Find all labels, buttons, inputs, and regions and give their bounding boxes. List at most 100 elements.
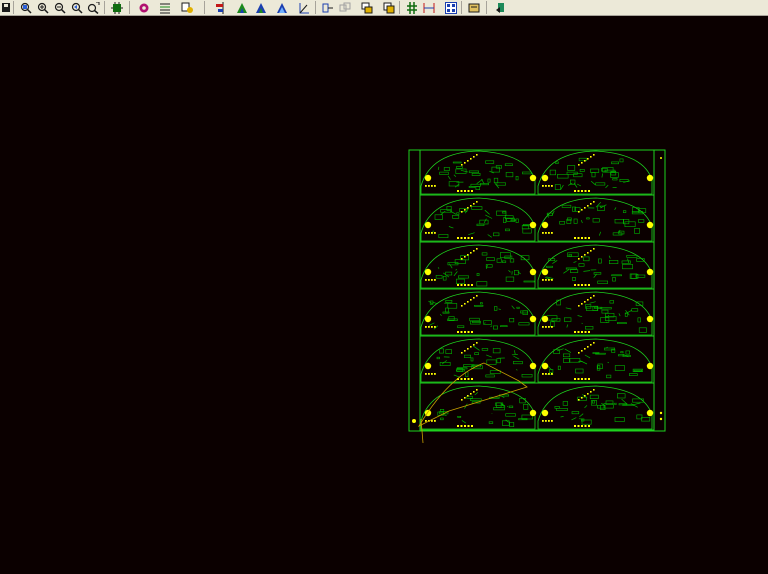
smd-pad xyxy=(593,154,595,156)
smd-pad xyxy=(425,326,427,328)
mounting-hole-pad xyxy=(424,362,432,370)
smd-pad xyxy=(577,378,580,380)
mounting-hole-pad xyxy=(646,221,654,229)
pcb-panel-view[interactable] xyxy=(0,17,768,574)
zoom-all-icon[interactable] xyxy=(87,1,100,14)
smd-pad xyxy=(425,279,427,281)
component-footprint xyxy=(562,353,571,358)
copper-trace xyxy=(573,261,577,263)
copper-trace xyxy=(618,313,621,317)
save-icon[interactable] xyxy=(0,1,13,14)
component-footprint xyxy=(505,172,514,178)
measure-icon[interactable] xyxy=(297,1,310,14)
report-icon[interactable] xyxy=(467,1,480,14)
component-footprint xyxy=(637,317,641,323)
toolbar-separator xyxy=(315,1,316,14)
smd-pad xyxy=(588,284,590,286)
align-icon[interactable] xyxy=(212,1,225,14)
component-icon[interactable] xyxy=(110,1,123,14)
smd-pad xyxy=(577,190,580,192)
properties-icon[interactable] xyxy=(181,1,194,14)
array-icon[interactable] xyxy=(444,1,457,14)
toolbar-separator xyxy=(486,1,487,14)
mirror-icon[interactable] xyxy=(382,1,395,14)
component-footprint xyxy=(504,163,513,167)
rotate-icon[interactable] xyxy=(360,1,373,14)
component-footprint xyxy=(515,176,519,181)
toolbar-separator xyxy=(204,1,205,14)
component-footprint xyxy=(548,258,556,261)
smd-pad xyxy=(460,237,463,239)
fiducial xyxy=(659,411,663,415)
smd-pad xyxy=(460,331,463,333)
zoom-out-icon[interactable] xyxy=(53,1,66,14)
component-footprint xyxy=(634,228,640,234)
layers-icon[interactable] xyxy=(158,1,171,14)
route-icon[interactable] xyxy=(235,1,248,14)
smd-pad xyxy=(431,373,433,375)
route-arc-icon[interactable] xyxy=(275,1,288,14)
smd-pad xyxy=(545,326,547,328)
export-icon[interactable] xyxy=(494,1,507,14)
mounting-hole-pad xyxy=(529,221,537,229)
route-diagonal-icon[interactable] xyxy=(254,1,267,14)
component-footprint xyxy=(509,422,515,427)
smd-pad xyxy=(593,342,595,344)
grid-icon[interactable] xyxy=(405,1,418,14)
copper-trace xyxy=(634,159,637,162)
copper-trace xyxy=(486,264,488,269)
component-footprint xyxy=(633,369,642,372)
via-icon[interactable] xyxy=(137,1,150,14)
copper-trace xyxy=(513,355,520,360)
smd-pad xyxy=(587,346,589,348)
zoom-previous-icon[interactable] xyxy=(70,1,83,14)
component-footprint xyxy=(509,258,515,263)
smd-pad xyxy=(584,160,586,162)
mounting-hole-pad xyxy=(541,268,549,276)
component-footprint xyxy=(593,272,602,275)
mounting-hole-pad xyxy=(529,315,537,323)
pcb-canvas[interactable] xyxy=(0,17,768,574)
smd-pad xyxy=(577,425,580,427)
copper-trace xyxy=(614,207,617,210)
component-footprint xyxy=(635,274,646,278)
dimension-icon[interactable] xyxy=(422,1,435,14)
toolbar-separator xyxy=(13,1,14,14)
smd-pad xyxy=(542,326,544,328)
component-footprint xyxy=(579,169,585,172)
smd-pad xyxy=(434,185,436,187)
component-footprint xyxy=(515,218,519,223)
component-footprint xyxy=(500,325,508,328)
smd-pad xyxy=(593,201,595,203)
component-footprint xyxy=(561,204,572,208)
smd-pad xyxy=(581,284,583,286)
zoom-in-icon[interactable] xyxy=(36,1,49,14)
component-footprint xyxy=(641,416,651,422)
copper-trace xyxy=(455,269,458,271)
component-footprint xyxy=(475,186,480,191)
copper-trace xyxy=(484,322,486,324)
mounting-hole-pad xyxy=(529,409,537,417)
smd-pad xyxy=(460,378,463,380)
smd-pad xyxy=(467,301,469,303)
fiducial xyxy=(660,157,662,159)
smd-pad xyxy=(464,378,466,380)
copy-icon[interactable] xyxy=(338,1,351,14)
smd-pad xyxy=(551,232,553,234)
copper-trace xyxy=(508,270,511,273)
copper-trace xyxy=(589,301,596,304)
move-icon[interactable] xyxy=(321,1,334,14)
zoom-window-icon[interactable] xyxy=(19,1,32,14)
smd-pad xyxy=(473,250,475,252)
component-footprint xyxy=(481,348,489,351)
copper-trace xyxy=(468,232,475,236)
component-footprint xyxy=(505,276,515,282)
component-footprint xyxy=(601,309,609,314)
component-footprint xyxy=(521,373,533,378)
smd-pad xyxy=(584,331,587,333)
component-footprint xyxy=(447,303,458,309)
component-footprint xyxy=(567,165,576,171)
smd-pad xyxy=(545,185,547,187)
component-footprint xyxy=(476,273,480,276)
component-footprint xyxy=(434,214,443,220)
